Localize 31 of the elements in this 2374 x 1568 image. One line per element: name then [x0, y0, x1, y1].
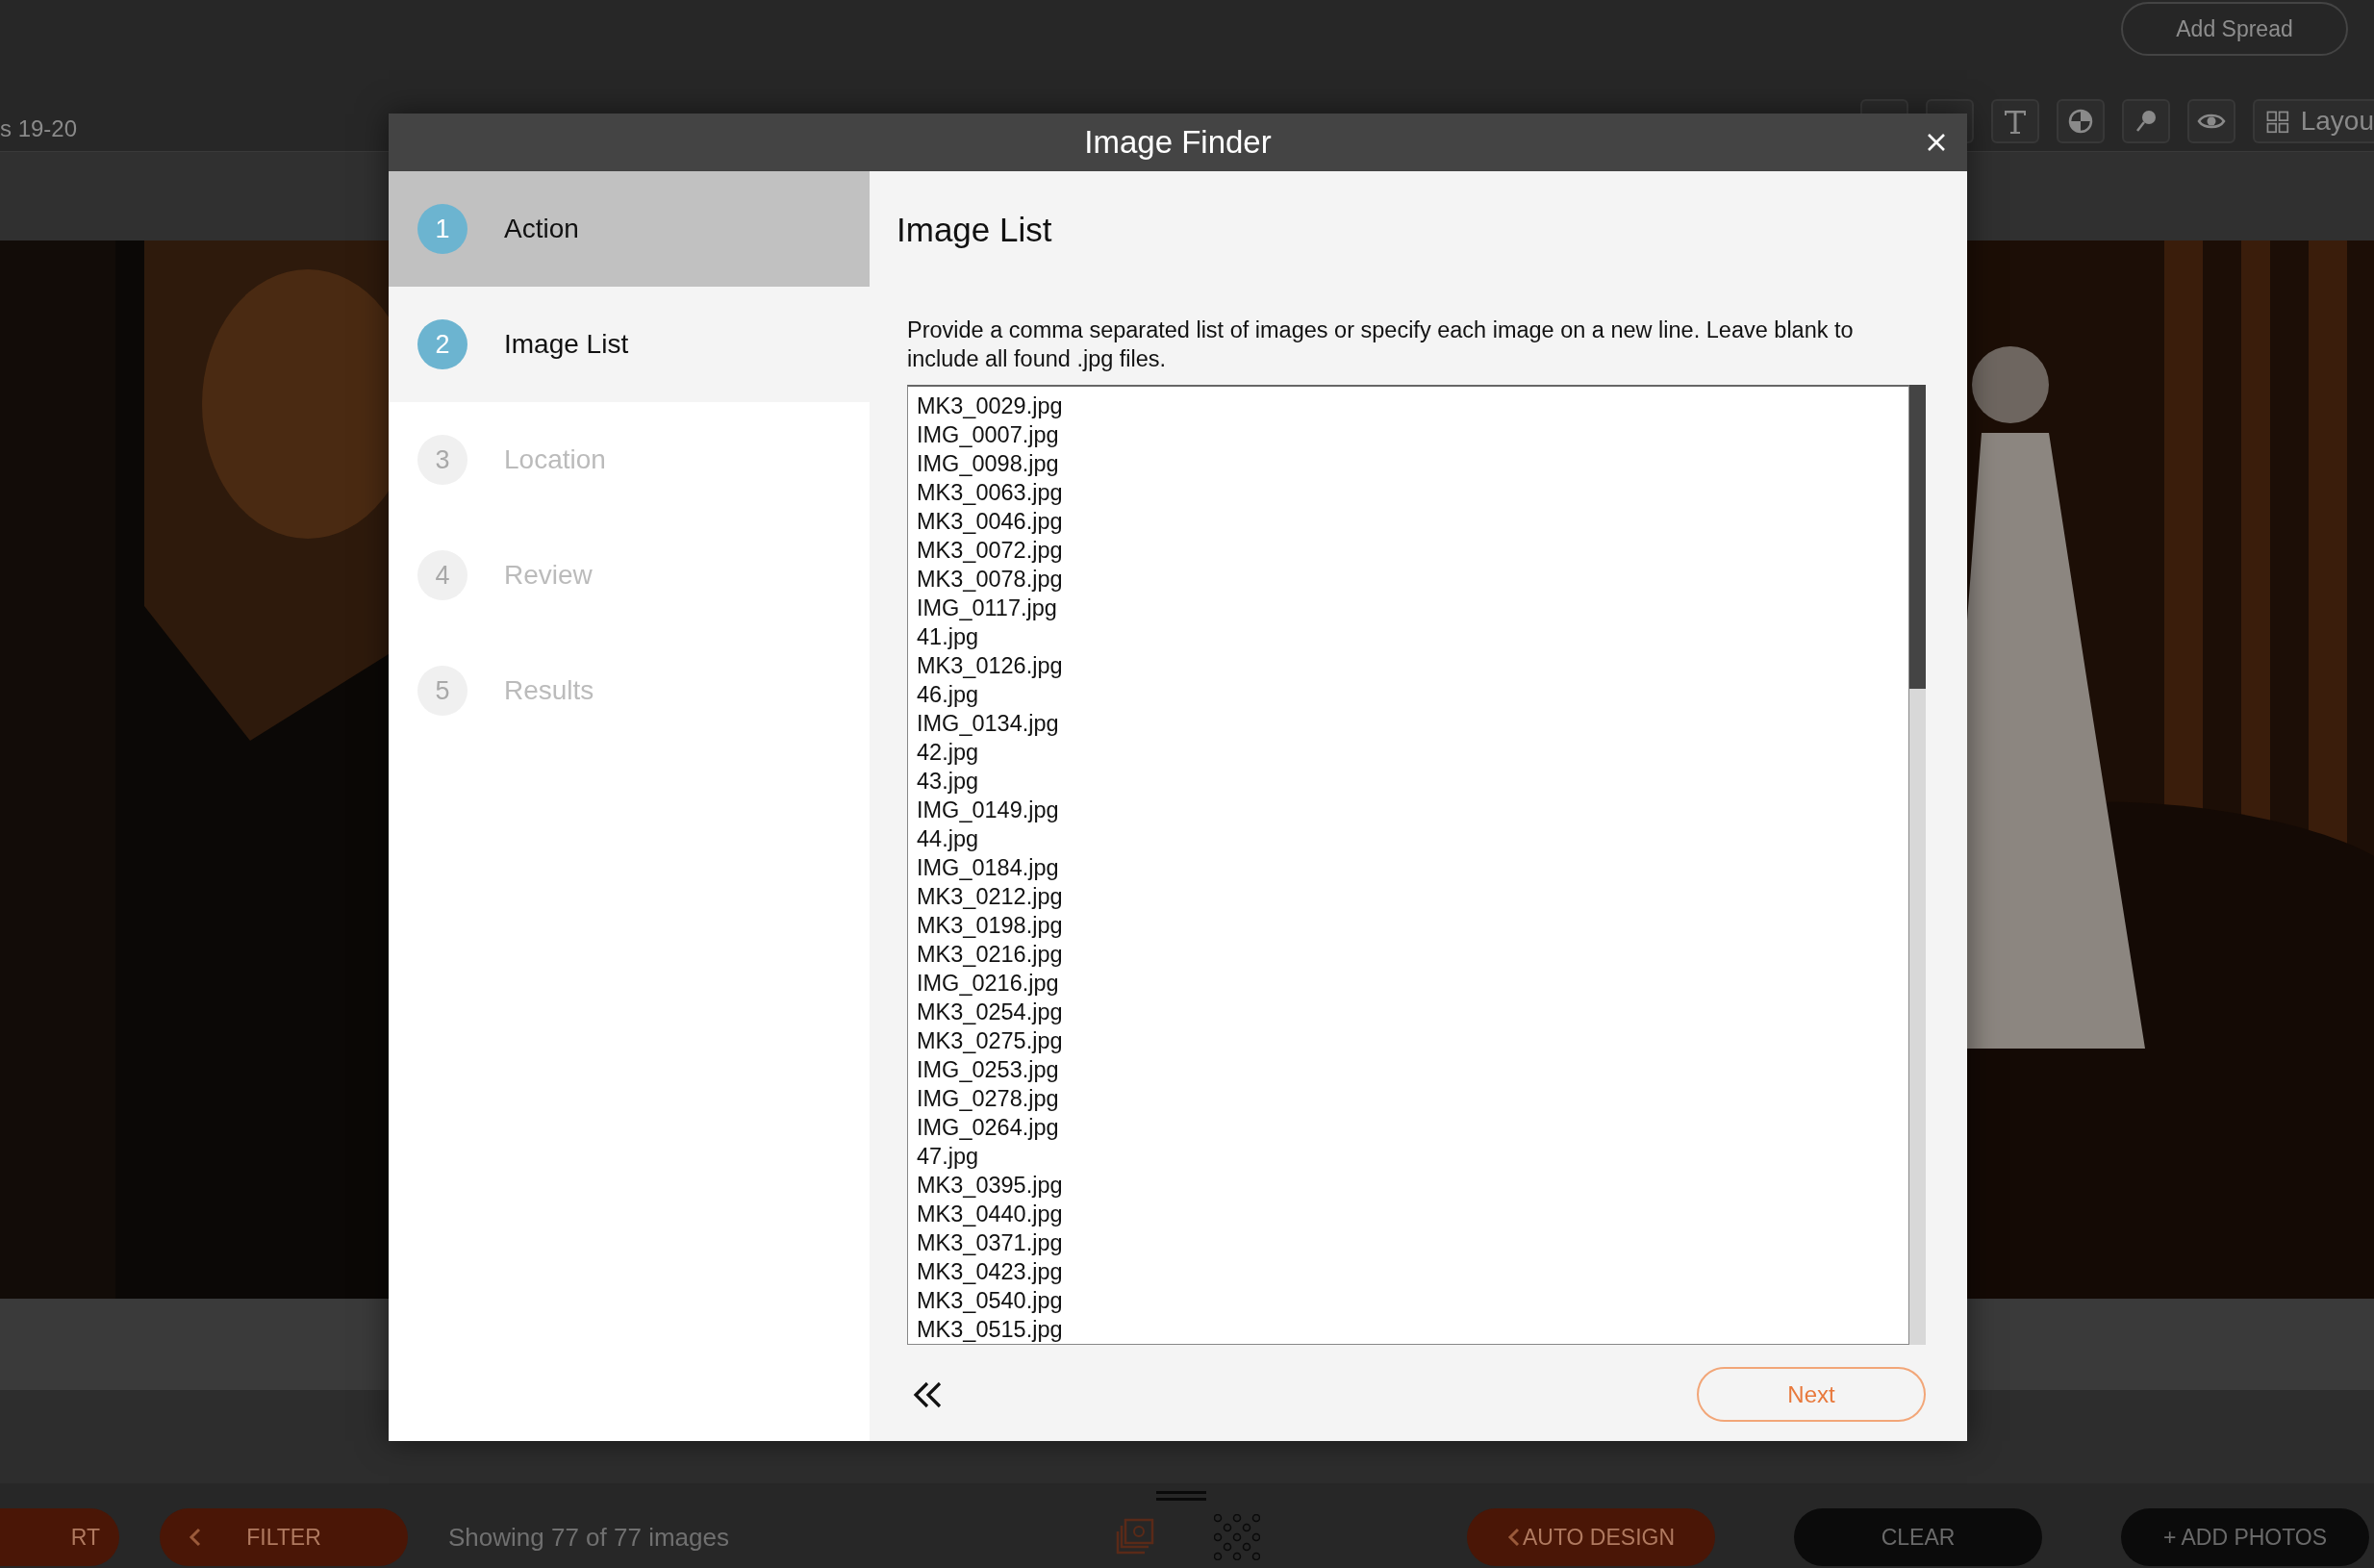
drag-handle[interactable]	[1156, 1491, 1206, 1501]
section-heading: Image List	[897, 211, 1053, 249]
dialog-title: Image Finder	[1084, 124, 1272, 161]
action-button[interactable]: AUTO DESIGN	[1467, 1508, 1715, 1566]
step-number: 2	[417, 319, 467, 369]
close-icon[interactable]	[1926, 132, 1947, 153]
action-button[interactable]: FILTER	[160, 1508, 408, 1566]
add-spread-button[interactable]: Add Spread	[2121, 2, 2348, 56]
toolbar-button[interactable]	[2187, 99, 2235, 143]
action-button[interactable]: + ADD PHOTOS	[2121, 1508, 2369, 1566]
next-button[interactable]: Next	[1697, 1367, 1926, 1422]
step-number: 1	[417, 204, 467, 254]
action-button[interactable]: CLEAR	[1794, 1508, 2042, 1566]
step-number: 3	[417, 435, 467, 485]
step-number: 5	[417, 666, 467, 716]
step-item[interactable]: 1 Action	[389, 171, 870, 287]
toolbar-button[interactable]	[2057, 99, 2105, 143]
page-label: s 19-20	[0, 114, 78, 143]
step-number: 4	[417, 550, 467, 600]
scrollbar[interactable]	[1909, 385, 1926, 1345]
toolbar-button[interactable]	[1991, 99, 2039, 143]
instructions: Provide a comma separated list of images or specify each image on a new line. Leave blank to include all found .jpg files.	[907, 316, 1855, 373]
layout-button[interactable]: Layou	[2253, 99, 2374, 143]
step-item[interactable]: 2 Image List	[389, 287, 870, 402]
image-count: Showing 77 of 77 images	[448, 1522, 729, 1553]
action-button[interactable]: RT	[0, 1508, 119, 1566]
dot-grid-icon[interactable]	[1214, 1514, 1260, 1560]
scrollbar-thumb[interactable]	[1909, 385, 1926, 689]
image-list-field[interactable]: MK3_0029.jpg IMG_0007.jpg IMG_0098.jpg MK3_0063.jpg MK3_0046.jpg MK3_0072.jpg MK3_0078.jpg IMG_0117.jpg 41.jpg MK3_0126.jpg 46.jpg IMG_0134.jpg 42.jpg 43.jpg IMG_0149.jpg 44.jpg IMG_0184.jpg MK3_0212.jpg MK3_0198.jpg MK3_0216.jpg IMG_0216.jpg MK3_0254.jpg MK3_0275.jpg IMG_0253.jpg IMG_0278.jpg IMG_0264.jpg 47.jpg MK3_0395.jpg MK3_0440.jpg MK3_0371.jpg MK3_0423.jpg MK3_0540.jpg MK3_0515.jpg	[907, 385, 1909, 1345]
toolbar-button[interactable]	[2122, 99, 2170, 143]
double-chevron-left-icon[interactable]	[911, 1379, 944, 1409]
